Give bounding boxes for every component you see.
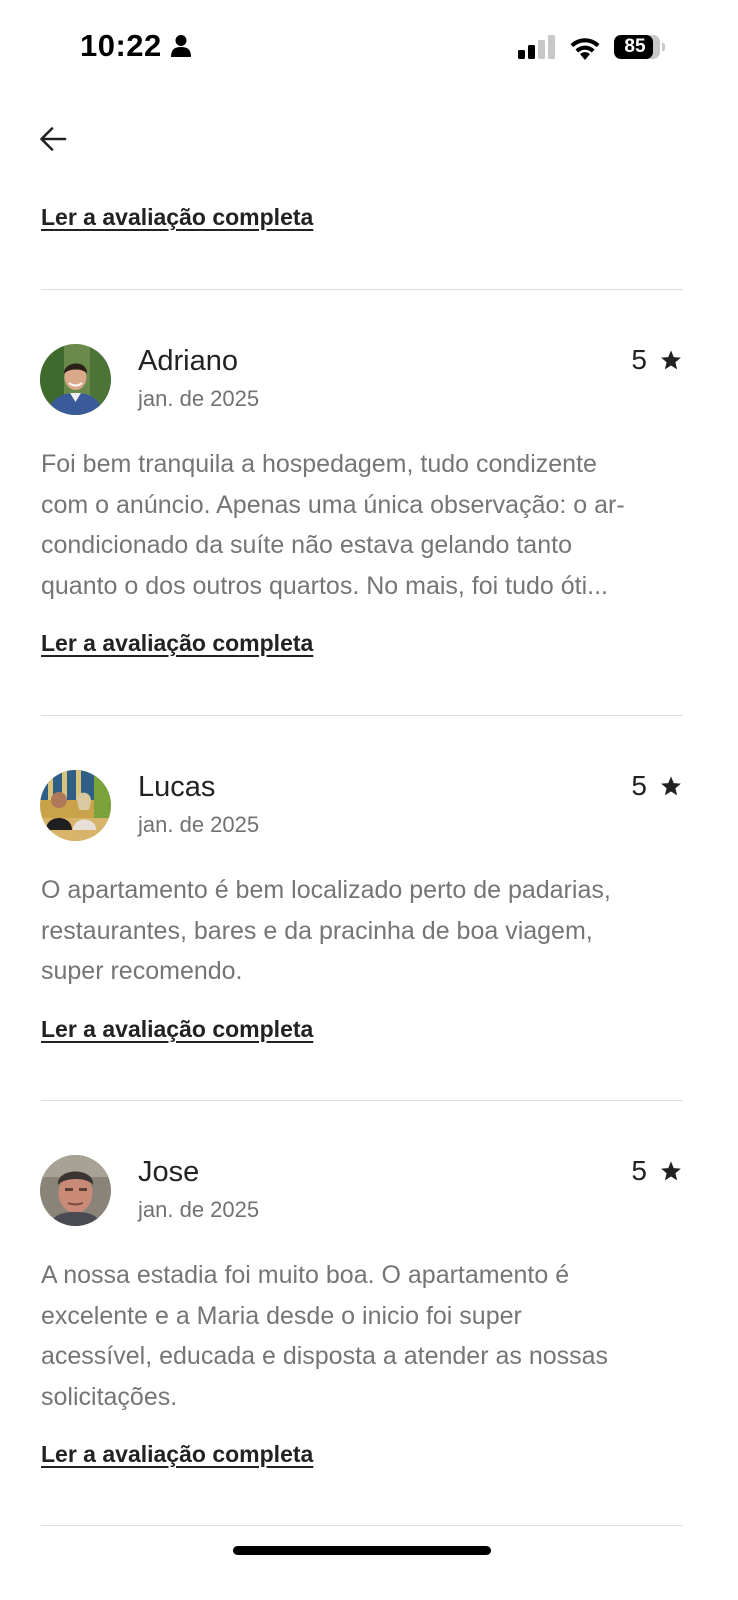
signal-icon <box>518 35 555 59</box>
back-button[interactable] <box>36 122 70 156</box>
arrow-left-icon <box>40 127 67 151</box>
read-full-review-link[interactable]: Ler a avaliação completa <box>41 204 313 231</box>
divider <box>41 289 683 290</box>
home-indicator[interactable] <box>233 1546 491 1555</box>
status-bar-indicators: 85 <box>518 34 665 60</box>
avatar[interactable] <box>40 344 111 415</box>
read-full-review-link[interactable]: Ler a avaliação completa <box>41 630 313 657</box>
review-date: jan. de 2025 <box>138 386 260 411</box>
read-full-review-link[interactable]: Ler a avaliação completa <box>41 1016 313 1043</box>
review-text: A nossa estadia foi muito boa. O apartam… <box>41 1261 609 1411</box>
battery-level: 85 <box>624 36 646 57</box>
star-icon <box>661 1161 681 1181</box>
divider <box>41 1525 683 1526</box>
reviewer-name: Lucas <box>138 771 216 803</box>
divider <box>41 1100 683 1101</box>
wifi-icon <box>570 38 600 60</box>
read-full-review-link[interactable]: Ler a avaliação completa <box>41 1441 313 1468</box>
rating: 5 <box>631 770 682 802</box>
battery-cap <box>662 43 665 51</box>
avatar[interactable] <box>40 770 111 841</box>
battery-icon: 85 <box>614 35 665 59</box>
review-text: Foi bem tranquila a hospedagem, tudo con… <box>41 450 625 600</box>
rating: 5 <box>631 1155 682 1187</box>
time-label: 10:22 <box>80 28 162 63</box>
reviewer-name: Jose <box>138 1156 200 1188</box>
avatar[interactable] <box>40 1155 111 1226</box>
status-bar-time: 10:22 <box>80 28 192 64</box>
rating-value: 5 <box>631 344 647 375</box>
review-text: O apartamento é bem localizado perto de … <box>41 876 611 985</box>
reviewer-name: Adriano <box>138 345 238 377</box>
review-date: jan. de 2025 <box>138 1197 260 1222</box>
rating-value: 5 <box>631 1155 647 1186</box>
divider <box>41 715 683 716</box>
rating-value: 5 <box>631 770 647 801</box>
star-icon <box>661 776 681 796</box>
rating: 5 <box>631 344 682 376</box>
review-date: jan. de 2025 <box>138 812 260 837</box>
star-icon <box>661 350 681 370</box>
person-icon <box>170 35 191 57</box>
